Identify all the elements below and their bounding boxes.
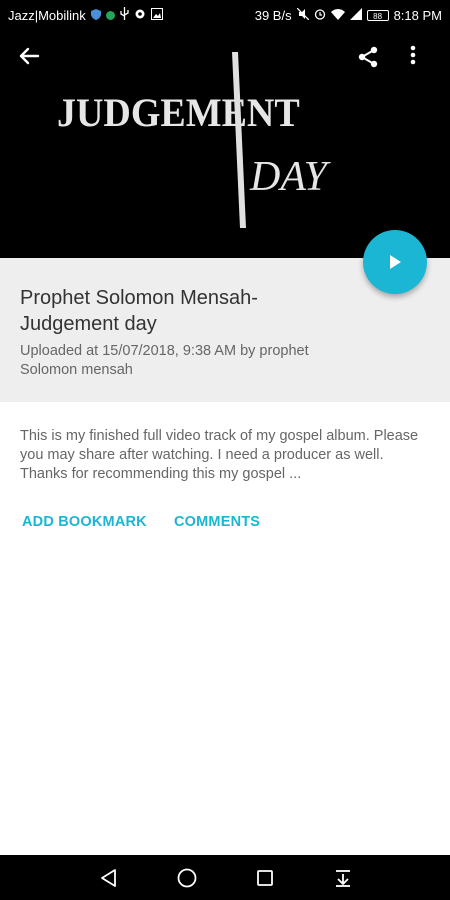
share-button[interactable] (356, 45, 386, 75)
add-bookmark-button[interactable]: ADD BOOKMARK (22, 514, 147, 530)
settings-icon (134, 8, 146, 23)
nav-recents-button[interactable] (242, 855, 287, 900)
video-description: This is my finished full video track of … (20, 428, 419, 482)
network-speed: 39 B/s (254, 7, 292, 23)
hero-title-line1: JUDGEMENT (57, 91, 300, 135)
circle-home-icon (177, 868, 196, 887)
nav-notifications-button[interactable] (320, 855, 365, 900)
hero-title-line2: DAY (249, 154, 332, 200)
square-recents-icon (256, 869, 273, 886)
signal-icon (349, 7, 362, 23)
more-vert-icon (410, 45, 416, 65)
hero-divider (232, 52, 246, 228)
battery-icon: 88 (366, 9, 389, 21)
back-button[interactable] (18, 45, 48, 75)
video-thumbnail[interactable]: JUDGEMENT DAY (0, 30, 450, 258)
app-notification-icon (105, 10, 115, 20)
nav-home-button[interactable] (164, 855, 209, 900)
share-icon (358, 46, 378, 68)
shield-icon (90, 8, 101, 23)
clock: 8:18 PM (393, 7, 442, 23)
nav-back-button[interactable] (86, 855, 131, 900)
upload-info: Uploaded at 15/07/2018, 9:38 AM by proph… (20, 343, 309, 378)
triangle-back-icon (100, 868, 116, 887)
usb-icon (120, 7, 129, 23)
play-button[interactable] (363, 230, 427, 294)
alarm-icon (314, 8, 326, 23)
video-title: Prophet Solomon Mensah-Judgement day (20, 287, 258, 335)
mute-icon (296, 7, 310, 23)
status-bar: Jazz|Mobilink 39 B/s 88 8:18 PM (0, 0, 450, 30)
arrow-left-icon (19, 47, 40, 65)
image-icon (150, 7, 163, 23)
pull-down-icon (335, 869, 350, 887)
carrier-label: Jazz|Mobilink (8, 7, 86, 23)
navigation-bar (0, 855, 450, 900)
comments-button[interactable]: COMMENTS (174, 514, 260, 530)
play-icon (390, 255, 401, 269)
wifi-icon (330, 8, 345, 23)
more-options-button[interactable] (410, 45, 440, 75)
